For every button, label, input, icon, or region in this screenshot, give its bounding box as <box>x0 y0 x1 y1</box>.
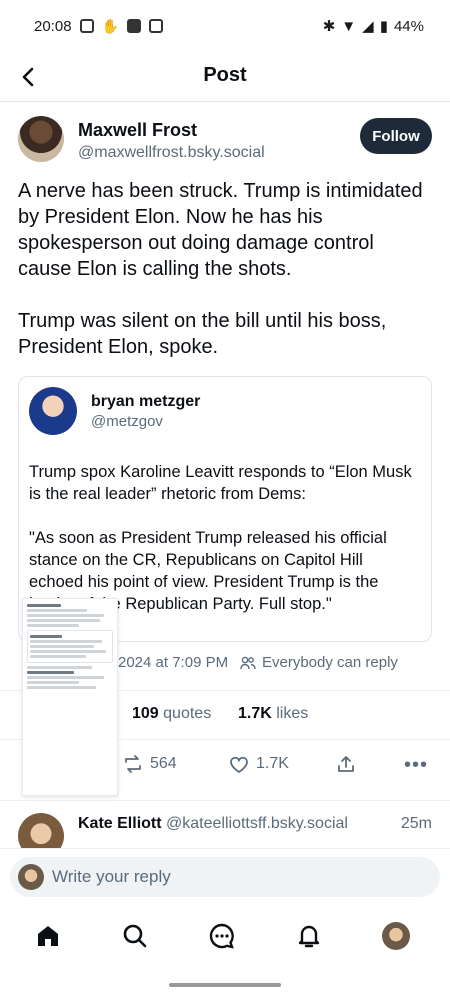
post-text: A nerve has been struck. Trump is intimi… <box>18 180 423 358</box>
square-icon <box>126 19 141 33</box>
reply-bar: Write your reply <box>0 848 450 906</box>
quote-text: Trump spox Karoline Leavitt responds to … <box>29 463 412 613</box>
top-nav: Post <box>0 52 450 102</box>
status-left: 20:08 ✋ <box>34 18 163 35</box>
quote-author-name: bryan metzger <box>91 393 201 410</box>
status-bar: 20:08 ✋ ✱ ▼ ◢ ▮ 44% <box>0 0 450 52</box>
quote-author-handle: @metzgov <box>91 413 163 430</box>
like-count: 1.7K <box>256 755 289 772</box>
people-icon <box>240 656 256 669</box>
profile-avatar <box>382 922 410 950</box>
download-icon <box>148 19 163 33</box>
author-avatar[interactable] <box>18 116 64 162</box>
status-right: ✱ ▼ ◢ ▮ 44% <box>322 17 424 36</box>
screenshot-thumbnail[interactable] <box>22 598 118 796</box>
reply-item[interactable]: Kate Elliott @kateelliottsff.bsky.social… <box>0 800 450 850</box>
profile-tab[interactable] <box>380 920 412 952</box>
share-icon <box>338 756 354 772</box>
bottom-tab-bar <box>0 906 450 970</box>
author-name[interactable]: Maxwell Frost <box>78 120 197 141</box>
reply-author[interactable]: Kate Elliott @kateelliottsff.bsky.social <box>78 815 348 833</box>
message-icon <box>79 19 94 33</box>
follow-button[interactable]: Follow <box>360 118 432 154</box>
likes-label: likes <box>276 705 309 722</box>
home-icon[interactable] <box>32 920 64 952</box>
search-icon[interactable] <box>119 920 151 952</box>
reply-setting-label: Everybody can reply <box>262 654 398 671</box>
reply-input[interactable]: Write your reply <box>10 857 440 897</box>
battery-percent: 44% <box>393 17 424 35</box>
signal-icon: ◢ <box>362 18 374 35</box>
repost-icon <box>125 755 141 773</box>
share-button[interactable] <box>336 754 356 774</box>
repost-count: 564 <box>150 755 177 772</box>
likes-count: 1.7K <box>238 705 272 722</box>
bluetooth-icon: ✱ <box>322 18 336 35</box>
quote-avatar <box>29 387 77 435</box>
reply-author-handle: @kateelliottsff.bsky.social <box>166 815 348 832</box>
quotes-label: quotes <box>163 705 212 722</box>
author-row: Maxwell Frost @maxwellfrost.bsky.social … <box>18 116 432 184</box>
more-options-icon[interactable]: ••• <box>404 754 428 777</box>
quote-author-row: bryan metzger @metzgov <box>29 387 421 449</box>
repost-button[interactable]: 564 <box>122 754 177 774</box>
reply-author-name: Kate Elliott <box>78 815 162 832</box>
battery-icon: ▮ <box>379 18 388 35</box>
quotes-stat[interactable]: 109 quotes <box>132 705 211 723</box>
post: Maxwell Frost @maxwellfrost.bsky.social … <box>0 102 450 642</box>
author-handle[interactable]: @maxwellfrost.bsky.social <box>78 144 265 162</box>
status-time: 20:08 <box>34 17 72 35</box>
page-title: Post <box>203 64 247 86</box>
home-indicator <box>169 983 281 987</box>
my-avatar <box>18 864 44 890</box>
like-button[interactable]: 1.7K <box>228 754 289 774</box>
notifications-icon[interactable] <box>293 920 325 952</box>
reply-time: 25m <box>400 815 432 832</box>
chat-icon[interactable] <box>206 920 238 952</box>
hand-icon: ✋ <box>101 17 119 34</box>
reply-setting[interactable]: Everybody can reply <box>240 654 398 671</box>
reply-avatar[interactable] <box>18 813 64 850</box>
wifi-icon: ▼ <box>341 17 357 35</box>
quotes-count: 109 <box>132 705 159 722</box>
heart-icon <box>230 756 248 774</box>
likes-stat[interactable]: 1.7K likes <box>238 705 308 723</box>
post-timestamp: 2024 at 7:09 PM <box>118 654 229 671</box>
reply-placeholder: Write your reply <box>52 867 171 886</box>
